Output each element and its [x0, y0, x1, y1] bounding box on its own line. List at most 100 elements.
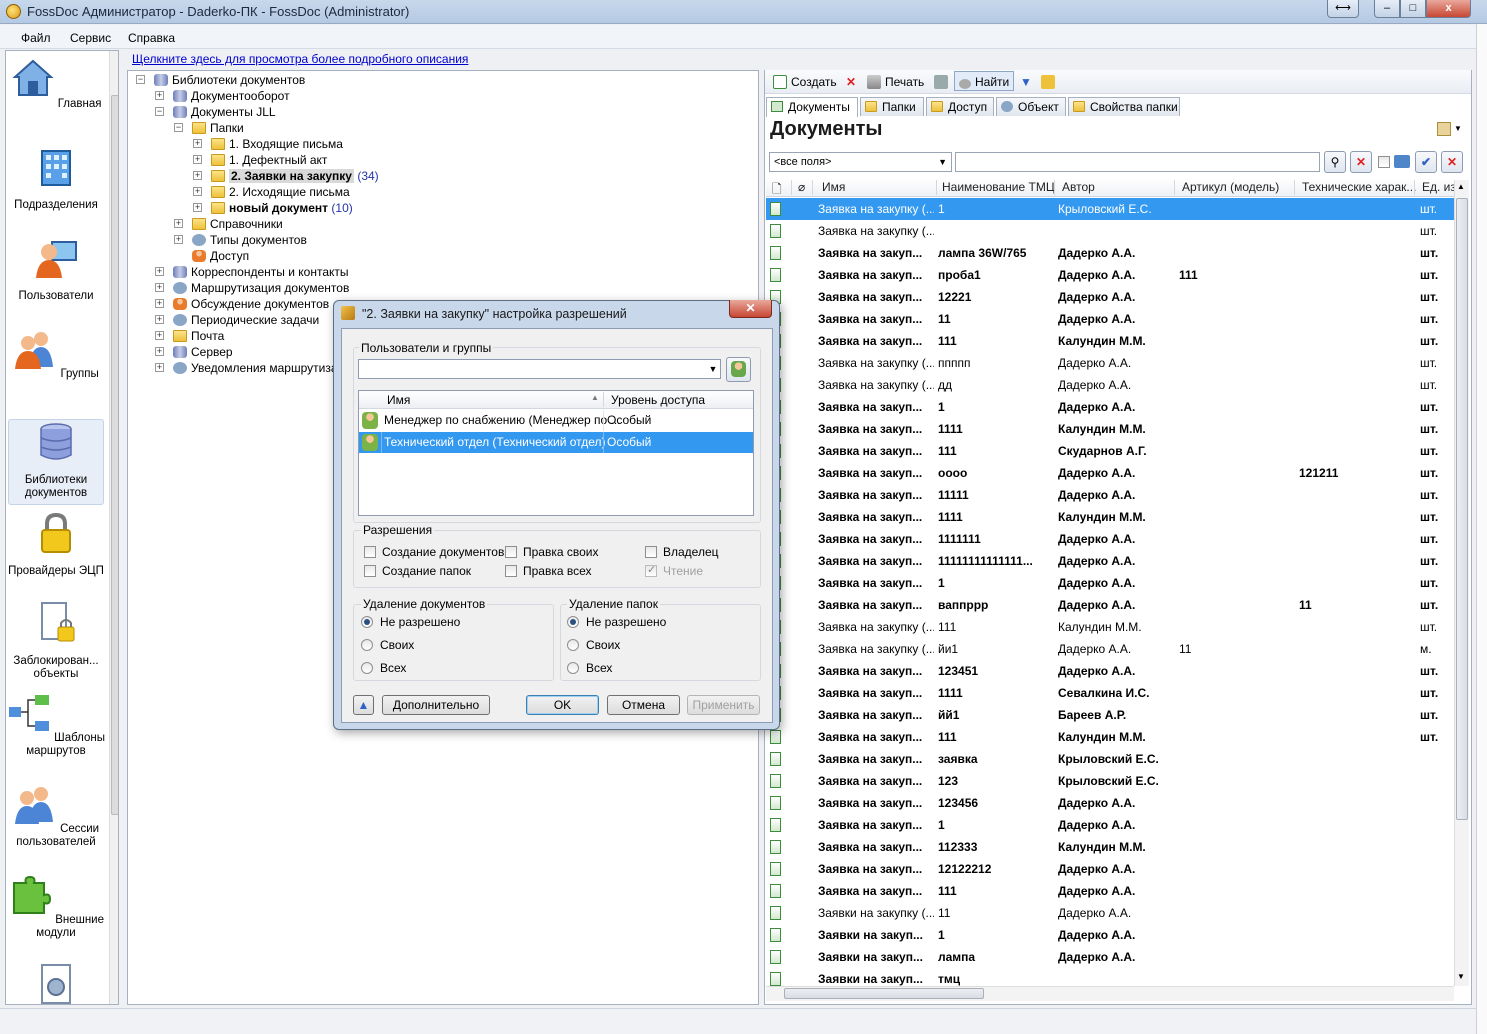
window-extra-button[interactable]: ⟷: [1327, 0, 1359, 18]
document-row[interactable]: Заявка на закупку (... йи1 Дадерко А.А. 11 м…: [766, 638, 1454, 660]
tree-expander[interactable]: +: [193, 203, 202, 212]
tree-expander[interactable]: +: [155, 363, 164, 372]
tree-expander[interactable]: +: [155, 347, 164, 356]
document-row[interactable]: Заявка на закупку (... ппппп Дадерко А.А. ш…: [766, 352, 1454, 374]
menu-service[interactable]: Сервис: [70, 31, 111, 45]
create-folders-checkbox[interactable]: [364, 565, 376, 577]
document-row[interactable]: Заявка на закуп... 1111 Севалкина И.С. шт.: [766, 682, 1454, 704]
tab-object[interactable]: Объект: [996, 97, 1066, 116]
document-row[interactable]: Заявка на закуп... 12122212 Дадерко А.А.: [766, 858, 1454, 880]
user-group-row-selected[interactable]: Технический отдел (Технический отдел) Ос…: [359, 432, 753, 453]
document-row[interactable]: Заявка на закуп... 111 Скударнов А.Г. шт.: [766, 440, 1454, 462]
owner-checkbox[interactable]: [645, 546, 657, 558]
maximize-button[interactable]: □: [1400, 0, 1426, 18]
document-row[interactable]: Заявка на закуп... проба1 Дадерко А.А. 111 ш…: [766, 264, 1454, 286]
grid-horizontal-scrollbar-thumb[interactable]: [784, 988, 984, 999]
apply-search-button[interactable]: ✔: [1415, 151, 1437, 173]
chevron-down-icon[interactable]: ▼: [707, 362, 719, 376]
document-row[interactable]: Заявка на закуп... 111 Дадерко А.А.: [766, 880, 1454, 902]
tree-expander[interactable]: +: [174, 219, 183, 228]
document-row[interactable]: Заявка на закуп... 123451 Дадерко А.А. шт.: [766, 660, 1454, 682]
document-row[interactable]: Заявка на закуп... 111 Калундин М.М. шт.: [766, 330, 1454, 352]
tree-expander[interactable]: +: [193, 139, 202, 148]
edit-all-checkbox[interactable]: [505, 565, 517, 577]
document-row[interactable]: Заявка на закупку (... дд Дадерко А.А. шт.: [766, 374, 1454, 396]
tree-expander[interactable]: +: [155, 299, 164, 308]
document-row[interactable]: Заявка на закуп... 1111 Калундин М.М. шт.: [766, 506, 1454, 528]
cancel-search-button[interactable]: ✕: [1441, 151, 1463, 173]
document-row[interactable]: Заявка на закупку (... шт.: [766, 220, 1454, 242]
print-button[interactable]: Печать: [867, 73, 924, 91]
column-name[interactable]: Имя: [387, 393, 410, 407]
document-row[interactable]: Заявки на закуп... тмц: [766, 968, 1454, 986]
document-row[interactable]: Заявка на закуп... ваппррр Дадерко А.А. 11 ш…: [766, 594, 1454, 616]
menu-file[interactable]: Файл: [21, 31, 51, 45]
column-unit[interactable]: Ед. из: [1422, 180, 1456, 194]
tree-expander[interactable]: +: [174, 235, 183, 244]
column-tech[interactable]: Технические харак...: [1302, 180, 1416, 194]
tab-folder-properties[interactable]: Свойства папки: [1068, 97, 1180, 116]
del-docs-not-allowed-radio[interactable]: [361, 616, 373, 628]
scroll-down-icon[interactable]: ▼: [1457, 972, 1465, 981]
column-article[interactable]: Артикул (модель): [1182, 180, 1279, 194]
tab-folders[interactable]: Папки: [860, 97, 924, 116]
document-row[interactable]: Заявки на закупку (... 11 Дадерко А.А.: [766, 902, 1454, 924]
nav-home[interactable]: Главная: [6, 57, 106, 111]
document-row[interactable]: Заявка на закуп... лампа 36W/765 Дадерко А…: [766, 242, 1454, 264]
nav-external-modules[interactable]: Внешние модули: [6, 873, 106, 940]
save-button[interactable]: [934, 73, 952, 91]
nav-groups[interactable]: Группы: [6, 327, 106, 381]
tree-expander[interactable]: +: [193, 171, 202, 180]
minimize-button[interactable]: –: [1374, 0, 1400, 18]
tree-expander[interactable]: +: [155, 267, 164, 276]
document-row[interactable]: Заявка на закуп... 1 Дадерко А.А.: [766, 814, 1454, 836]
cancel-button[interactable]: Отмена: [607, 695, 680, 715]
more-button[interactable]: Дополнительно: [382, 695, 490, 715]
document-row[interactable]: Заявка на закуп... 1 Дадерко А.А. шт.: [766, 572, 1454, 594]
user-group-combo[interactable]: [358, 359, 721, 379]
document-row[interactable]: Заявка на закуп... 111 Калундин М.М. шт.: [766, 726, 1454, 748]
tree-expander[interactable]: +: [193, 155, 202, 164]
nav-users[interactable]: Пользователи: [6, 236, 106, 303]
dialog-close-button[interactable]: ✕: [729, 300, 772, 318]
del-folders-all-radio[interactable]: [567, 662, 579, 674]
column-tmc[interactable]: Наименование ТМЦ: [942, 180, 1055, 194]
filter-button[interactable]: ▼: [1020, 73, 1032, 91]
column-access-level[interactable]: Уровень доступа: [611, 393, 705, 407]
document-row[interactable]: Заявка на закуп... оооо Дадерко А.А. 121211…: [766, 462, 1454, 484]
close-button[interactable]: x: [1426, 0, 1471, 18]
nav-signature-providers[interactable]: Провайдеры ЭЦП: [6, 511, 106, 578]
document-row[interactable]: Заявка на закуп... 1 Дадерко А.А. шт.: [766, 396, 1454, 418]
document-row[interactable]: Заявка на закуп... 1111111 Дадерко А.А. шт.: [766, 528, 1454, 550]
info-link[interactable]: Щелкните здесь для просмотра более подро…: [132, 52, 468, 66]
grid-vertical-scrollbar-thumb[interactable]: [1456, 198, 1468, 820]
document-row[interactable]: Заявка на закуп... 11111111111111... Дадер…: [766, 550, 1454, 572]
document-row[interactable]: Заявка на закуп... 12221 Дадерко А.А. шт.: [766, 286, 1454, 308]
apply-button[interactable]: Применить: [687, 695, 760, 715]
document-row[interactable]: Заявка на закуп... 112333 Калундин М.М.: [766, 836, 1454, 858]
nav-locked-objects[interactable]: Заблокирован... объекты: [6, 601, 106, 681]
document-row[interactable]: Заявка на закуп... 123456 Дадерко А.А.: [766, 792, 1454, 814]
document-row[interactable]: Заявка на закуп... йй1 Бареев А.Р. шт.: [766, 704, 1454, 726]
collapse-button[interactable]: ▲: [353, 695, 374, 715]
nav-scrollbar-thumb[interactable]: [111, 95, 118, 815]
create-button[interactable]: Создать: [773, 73, 837, 91]
scroll-up-icon[interactable]: ▲: [1457, 182, 1465, 191]
search-settings-icon[interactable]: [1394, 155, 1410, 168]
document-row[interactable]: Заявка на закуп... 11111 Дадерко А.А. шт.: [766, 484, 1454, 506]
nav-departments[interactable]: Подразделения: [6, 145, 106, 212]
tab-documents[interactable]: Документы: [766, 97, 858, 117]
tree-expander[interactable]: +: [155, 283, 164, 292]
folder-settings-button[interactable]: [1041, 73, 1059, 91]
tree-expander[interactable]: −: [174, 123, 183, 132]
tree-expander[interactable]: +: [155, 91, 164, 100]
document-row[interactable]: Заявка на закуп... 1111 Калундин М.М. шт.: [766, 418, 1454, 440]
tab-access[interactable]: Доступ: [926, 97, 994, 116]
search-field-select[interactable]: <все поля> ▼: [769, 152, 952, 172]
search-option-checkbox[interactable]: [1378, 156, 1390, 168]
menu-help[interactable]: Справка: [128, 31, 175, 45]
clear-search-button[interactable]: ✕: [1350, 151, 1372, 173]
tree-expander[interactable]: +: [155, 315, 164, 324]
document-row[interactable]: Заявка на закупку (... 111 Калундин М.М. шт…: [766, 616, 1454, 638]
document-row[interactable]: Заявка на закуп... 11 Дадерко А.А. шт.: [766, 308, 1454, 330]
